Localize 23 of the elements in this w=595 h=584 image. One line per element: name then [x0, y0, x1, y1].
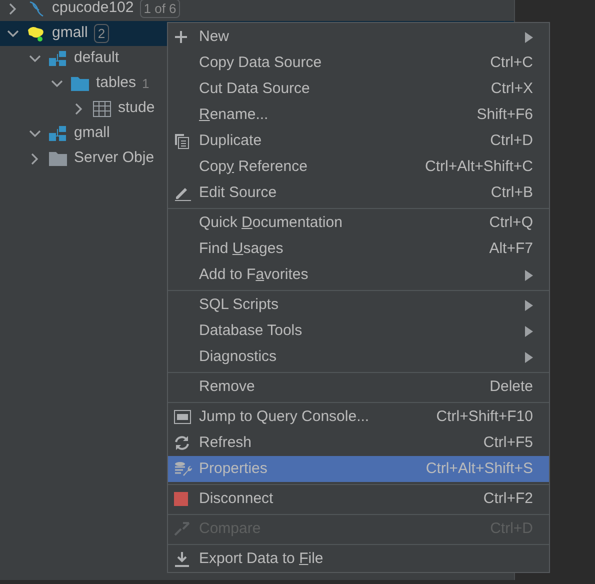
shortcut-text: Alt+F7	[489, 238, 533, 259]
node-count: 1	[142, 74, 150, 93]
node-label: tables	[96, 73, 136, 94]
shortcut-text: Ctrl+D	[490, 130, 533, 151]
shortcut-text: Ctrl+Alt+Shift+C	[425, 156, 533, 177]
node-label: default	[74, 48, 120, 68]
shortcut-text: Ctrl+Alt+Shift+S	[426, 458, 533, 479]
shortcut-text: Shift+F6	[476, 104, 533, 125]
shortcut-text: Ctrl+C	[490, 52, 533, 73]
count-badge: 2	[94, 24, 110, 43]
node-label: gmall	[52, 23, 88, 44]
shortcut-text: Ctrl+Shift+F10	[436, 406, 533, 427]
shortcut-text: Ctrl+Q	[489, 212, 533, 233]
count-badge: 1 of 6	[140, 0, 180, 18]
shortcut-text: Ctrl+X	[490, 78, 533, 99]
shortcut-text: Ctrl+B	[490, 182, 533, 203]
node-label: Server Obje	[74, 148, 154, 168]
node-label: gmall	[74, 123, 110, 144]
shortcut-text: Ctrl+F5	[483, 432, 533, 453]
node-label: stude	[118, 98, 155, 118]
node-label: cpucode102	[52, 0, 134, 18]
shortcut-text: Delete	[490, 376, 533, 397]
shortcut-text: Ctrl+F2	[483, 488, 533, 509]
